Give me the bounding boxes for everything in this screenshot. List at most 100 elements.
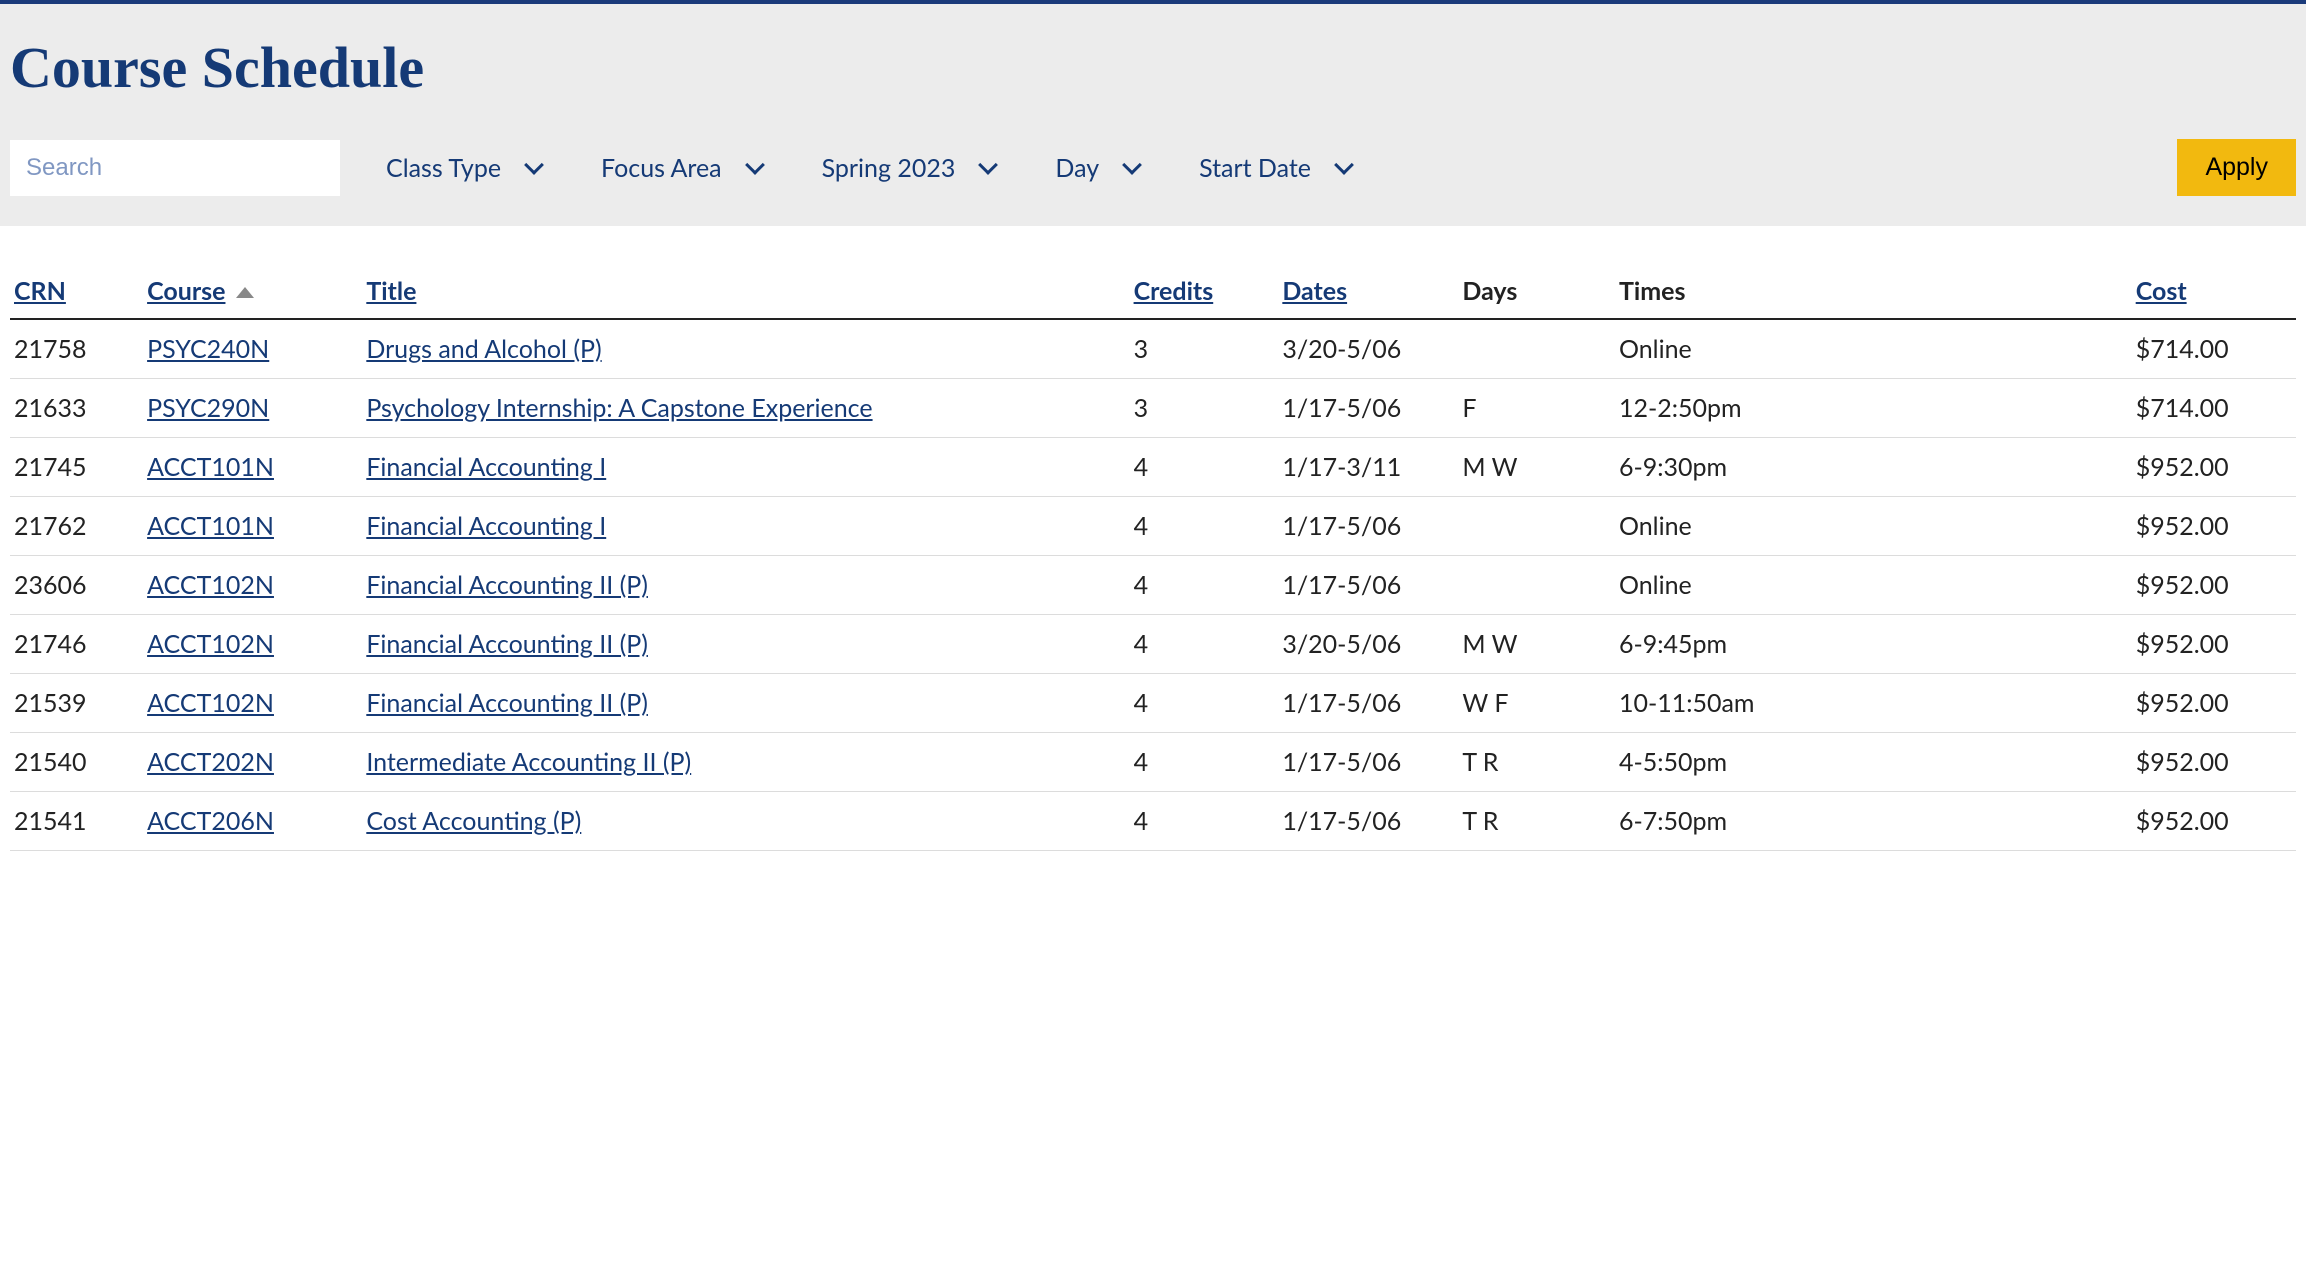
cell-title: Financial Accounting I (362, 497, 1129, 556)
class-type-label: Class Type (386, 153, 501, 183)
col-header-dates[interactable]: Dates (1278, 266, 1458, 319)
cell-cost: $714.00 (2132, 319, 2296, 379)
cell-course: ACCT206N (143, 792, 362, 851)
cell-dates: 1/17-5/06 (1278, 674, 1458, 733)
cell-crn: 21539 (10, 674, 143, 733)
table-row: 21758PSYC240N Drugs and Alcohol (P) 33/20-… (10, 319, 2296, 379)
cell-dates: 1/17-3/11 (1278, 438, 1458, 497)
cell-crn: 21758 (10, 319, 143, 379)
cell-title: Financial Accounting I (362, 438, 1129, 497)
cell-course: PSYC290N (143, 379, 362, 438)
col-header-crn-label: CRN (14, 276, 66, 306)
course-link[interactable]: ACCT102N (147, 629, 274, 659)
cell-times: 10-11:50am (1615, 674, 2132, 733)
cell-times: 4-5:50pm (1615, 733, 2132, 792)
search-input[interactable] (10, 140, 340, 196)
cell-credits: 4 (1130, 674, 1279, 733)
cell-times: Online (1615, 319, 2132, 379)
cell-dates: 3/20-5/06 (1278, 319, 1458, 379)
cell-times: 12-2:50pm (1615, 379, 2132, 438)
cell-title: Intermediate Accounting II (P) (362, 733, 1129, 792)
start-date-label: Start Date (1199, 153, 1311, 183)
cell-times: Online (1615, 556, 2132, 615)
chevron-down-icon (1334, 155, 1354, 175)
cell-times: 6-9:30pm (1615, 438, 2132, 497)
cell-credits: 4 (1130, 615, 1279, 674)
course-link[interactable]: ACCT206N (147, 806, 274, 836)
cell-course: ACCT202N (143, 733, 362, 792)
focus-area-label: Focus Area (601, 153, 722, 183)
col-header-times-label: Times (1619, 276, 1686, 306)
col-header-crn[interactable]: CRN (10, 266, 143, 319)
col-header-title-label: Title (366, 276, 416, 306)
cell-course: ACCT102N (143, 615, 362, 674)
col-header-title[interactable]: Title (362, 266, 1129, 319)
cell-days: M W (1458, 615, 1615, 674)
course-link[interactable]: PSYC290N (147, 393, 269, 423)
col-header-credits[interactable]: Credits (1130, 266, 1279, 319)
cell-crn: 23606 (10, 556, 143, 615)
apply-button[interactable]: Apply (2177, 139, 2296, 196)
title-link[interactable]: Drugs and Alcohol (P) (366, 334, 601, 364)
page-title: Course Schedule (10, 34, 2296, 101)
term-dropdown[interactable]: Spring 2023 (808, 143, 1010, 193)
table-row: 21541ACCT206NCost Accounting (P)41/17-5/… (10, 792, 2296, 851)
cell-title: Financial Accounting II (P) (362, 615, 1129, 674)
cell-cost: $952.00 (2132, 438, 2296, 497)
cell-dates: 3/20-5/06 (1278, 615, 1458, 674)
course-link[interactable]: PSYC240N (147, 334, 269, 364)
col-header-course[interactable]: Course (143, 266, 362, 319)
cell-cost: $952.00 (2132, 556, 2296, 615)
col-header-cost[interactable]: Cost (2132, 266, 2296, 319)
title-link[interactable]: Cost Accounting (P) (366, 806, 581, 836)
cell-title: Psychology Internship: A Capstone Experi… (362, 379, 1129, 438)
cell-crn: 21745 (10, 438, 143, 497)
cell-days (1458, 319, 1615, 379)
title-link[interactable]: Financial Accounting I (366, 452, 606, 482)
class-type-dropdown[interactable]: Class Type (372, 143, 555, 193)
cell-crn: 21633 (10, 379, 143, 438)
col-header-course-label: Course (147, 276, 225, 306)
day-dropdown[interactable]: Day (1041, 143, 1153, 193)
cell-title: Cost Accounting (P) (362, 792, 1129, 851)
cell-credits: 4 (1130, 792, 1279, 851)
course-link[interactable]: ACCT102N (147, 570, 274, 600)
cell-days (1458, 497, 1615, 556)
term-label: Spring 2023 (822, 153, 956, 183)
cell-days: T R (1458, 733, 1615, 792)
table-header-row: CRN Course Title Credits Dates Days (10, 266, 2296, 319)
focus-area-dropdown[interactable]: Focus Area (587, 143, 776, 193)
cell-times: 6-9:45pm (1615, 615, 2132, 674)
cell-cost: $952.00 (2132, 615, 2296, 674)
cell-title: Financial Accounting II (P) (362, 556, 1129, 615)
title-link[interactable]: Financial Accounting I (366, 511, 606, 541)
table-row: 21633PSYC290N Psychology Internship: A Ca… (10, 379, 2296, 438)
start-date-dropdown[interactable]: Start Date (1185, 143, 1365, 193)
table-row: 23606ACCT102N Financial Accounting II (P)… (10, 556, 2296, 615)
cell-cost: $714.00 (2132, 379, 2296, 438)
day-label: Day (1055, 153, 1099, 183)
title-link[interactable]: Financial Accounting II (P) (366, 570, 648, 600)
cell-dates: 1/17-5/06 (1278, 556, 1458, 615)
schedule-table: CRN Course Title Credits Dates Days (10, 266, 2296, 851)
header-area: Course Schedule Class Type Focus Area Sp… (0, 4, 2306, 226)
col-header-cost-label: Cost (2136, 276, 2187, 306)
chevron-down-icon (978, 155, 998, 175)
table-row: 21746ACCT102NFinancial Accounting II (P)… (10, 615, 2296, 674)
course-link[interactable]: ACCT202N (147, 747, 274, 777)
cell-dates: 1/17-5/06 (1278, 379, 1458, 438)
course-link[interactable]: ACCT101N (147, 452, 274, 482)
cell-credits: 4 (1130, 733, 1279, 792)
title-link[interactable]: Psychology Internship: A Capstone Experi… (366, 393, 872, 423)
course-link[interactable]: ACCT102N (147, 688, 274, 718)
table-row: 21539ACCT102N Financial Accounting II (P)… (10, 674, 2296, 733)
title-link[interactable]: Financial Accounting II (P) (366, 688, 648, 718)
title-link[interactable]: Intermediate Accounting II (P) (366, 747, 691, 777)
cell-crn: 21541 (10, 792, 143, 851)
cell-days (1458, 556, 1615, 615)
cell-credits: 3 (1130, 319, 1279, 379)
course-link[interactable]: ACCT101N (147, 511, 274, 541)
table-row: 21540ACCT202NIntermediate Accounting II … (10, 733, 2296, 792)
title-link[interactable]: Financial Accounting II (P) (366, 629, 648, 659)
cell-course: ACCT102N (143, 674, 362, 733)
